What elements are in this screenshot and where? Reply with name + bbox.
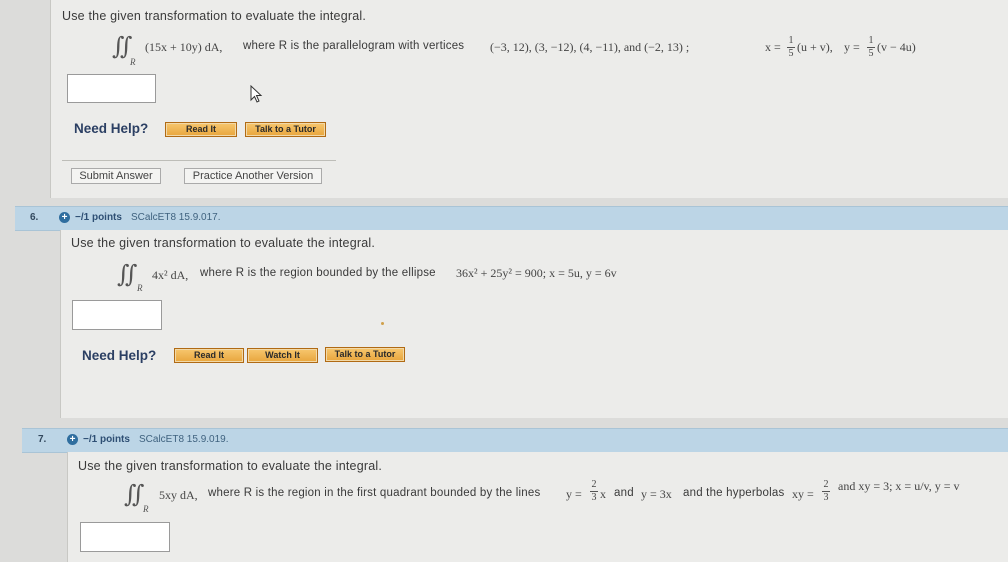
q6-region-sub: R <box>137 283 143 293</box>
q7-expand-plus-icon[interactable]: + <box>67 434 78 445</box>
q7-points: −/1 points <box>83 434 130 445</box>
q7-line1-prefix: y = <box>566 487 582 501</box>
q6-answer-input[interactable] <box>72 300 162 330</box>
q7-line1-den: 3 <box>591 492 597 503</box>
double-integral-icon: ∬ <box>112 32 133 60</box>
practice-another-version-button[interactable]: Practice Another Version <box>184 168 322 184</box>
q6-points: −/1 points <box>75 212 122 223</box>
q5-y-frac-num: 1 <box>868 35 874 46</box>
q7-hyper1-den: 3 <box>823 492 829 503</box>
q6-talk-tutor-button[interactable]: Talk to a Tutor <box>325 347 405 362</box>
q7-line2: y = 3x <box>641 487 672 501</box>
q7-integrand: 5xy dA, <box>159 488 198 502</box>
q5-transform-y-frac: 1 5 <box>867 36 875 59</box>
q6-problem-id[interactable]: SCalcET8 15.9.017. <box>131 212 221 223</box>
q5-read-it-button[interactable]: Read It <box>165 122 237 137</box>
q7-hyper1-prefix: xy = <box>792 487 814 501</box>
q5-integrand: (15x + 10y) dA, <box>145 40 223 54</box>
q7-answer-input[interactable] <box>80 522 170 552</box>
q7-prompt: Use the given transformation to evaluate… <box>78 459 383 473</box>
q6-prompt: Use the given transformation to evaluate… <box>71 236 376 250</box>
q6-equation: 36x² + 25y² = 900; x = 5u, y = 6v <box>456 266 617 280</box>
double-integral-icon: ∬ <box>117 260 138 288</box>
q6-condition: where R is the region bounded by the ell… <box>200 267 436 279</box>
stray-dot <box>381 322 384 325</box>
q5-divider <box>62 160 336 161</box>
q7-hyper-text: and the hyperbolas <box>683 487 785 499</box>
q5-region-sub: R <box>130 57 136 67</box>
q5-condition: where R is the parallelogram with vertic… <box>243 40 465 52</box>
q6-integrand: 4x² dA, <box>152 268 189 282</box>
q7-hyper1-frac: 2 3 <box>822 480 830 503</box>
q7-and1: and <box>614 487 634 499</box>
q5-vertices: (−3, 12), (3, −12), (4, −11), and (−2, 1… <box>490 40 690 54</box>
q5-answer-input[interactable] <box>67 74 156 103</box>
question-6-panel <box>60 230 1008 418</box>
q5-y-frac-den: 5 <box>868 48 874 59</box>
double-integral-icon: ∬ <box>124 480 145 508</box>
q7-line1-frac: 2 3 <box>590 480 598 503</box>
q7-region-sub: R <box>143 504 149 514</box>
q7-rest: and xy = 3; x = u/v, y = v <box>838 479 960 493</box>
q5-transform-y-suffix: (v − 4u) <box>877 40 916 54</box>
q7-hyper1-num: 2 <box>823 479 829 490</box>
submit-answer-button[interactable]: Submit Answer <box>71 168 161 184</box>
q5-transform-frac: 1 5 <box>787 36 795 59</box>
q7-number: 7. <box>38 434 47 445</box>
q5-frac-den: 5 <box>788 48 794 59</box>
q6-number: 6. <box>30 212 39 223</box>
q6-need-help: Need Help? <box>82 348 157 363</box>
q5-need-help: Need Help? <box>74 121 149 136</box>
q5-transform-x-suffix: (u + v), <box>797 40 833 54</box>
q5-transform-x-prefix: x = <box>765 40 781 54</box>
q6-read-it-button[interactable]: Read It <box>174 348 244 363</box>
q6-watch-it-button[interactable]: Watch It <box>247 348 318 363</box>
q7-line1-suffix: x <box>600 487 606 501</box>
q5-frac-num: 1 <box>788 35 794 46</box>
q7-condition: where R is the region in the first quadr… <box>208 487 541 499</box>
q5-talk-tutor-button[interactable]: Talk to a Tutor <box>245 122 326 137</box>
q5-prompt: Use the given transformation to evaluate… <box>62 9 367 23</box>
q7-problem-id[interactable]: SCalcET8 15.9.019. <box>139 434 229 445</box>
q7-line1-num: 2 <box>591 479 597 490</box>
mouse-cursor-icon <box>250 85 263 103</box>
q5-transform-y-prefix: y = <box>844 40 860 54</box>
q6-expand-plus-icon[interactable]: + <box>59 212 70 223</box>
